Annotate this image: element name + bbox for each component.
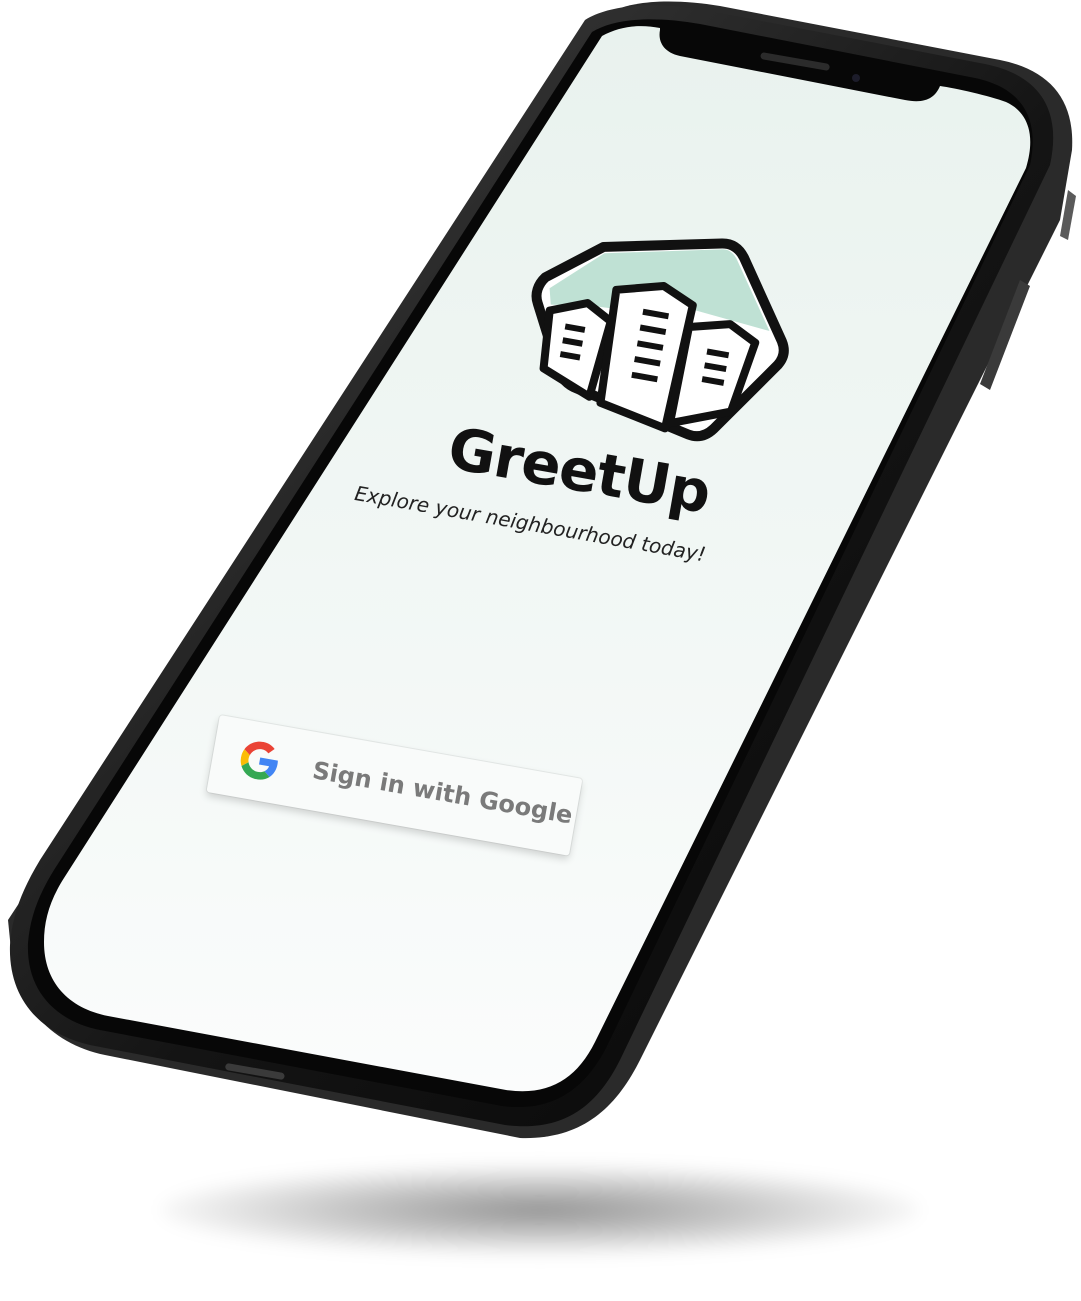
phone-device <box>0 0 1081 1301</box>
phone-frame <box>8 1 1076 1139</box>
google-g-icon <box>240 741 278 780</box>
phone-camera <box>852 74 860 82</box>
phone-mockup-scene: GreetUp Explore your neighbourhood today… <box>0 0 1081 1301</box>
